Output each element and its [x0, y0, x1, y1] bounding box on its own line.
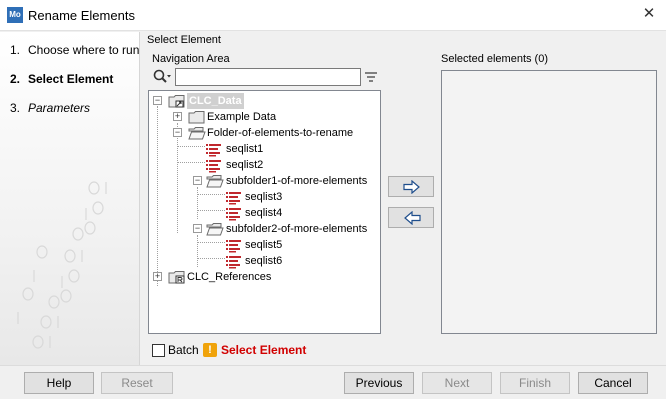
tree-item-subfolder1[interactable]: − subfolder1-of-more-elements	[192, 173, 380, 189]
tree-item-clc-data[interactable]: − CLC_Data	[152, 93, 352, 109]
tree-item-seqlist2[interactable]: seqlist2	[205, 157, 355, 173]
open-folder-icon	[206, 223, 224, 236]
tree-item-label: seqlist2	[226, 159, 264, 171]
database-folder-icon	[168, 95, 185, 108]
next-button[interactable]: Next	[422, 372, 492, 394]
collapse-icon[interactable]: −	[193, 176, 202, 185]
tree-item-label: Example Data	[207, 111, 277, 123]
tree-item-seqlist5[interactable]: seqlist5	[225, 237, 355, 253]
expand-icon[interactable]: +	[173, 112, 182, 121]
tree-item-folder-of-elements-to-rename[interactable]: − Folder-of-elements-to-rename	[172, 125, 380, 141]
validation-warning: Select Element	[221, 343, 307, 357]
arrow-right-icon	[403, 180, 420, 194]
step-number: 2.	[10, 72, 21, 86]
collapse-icon[interactable]: −	[173, 128, 182, 137]
help-button[interactable]: Help	[24, 372, 94, 394]
tree-item-label: CLC_Data	[187, 93, 244, 109]
step-label: Select Element	[28, 72, 114, 86]
tree-item-seqlist3[interactable]: seqlist3	[225, 189, 355, 205]
reset-button[interactable]: Reset	[101, 372, 173, 394]
title-bar: Mo Rename Elements ✕	[0, 0, 666, 31]
add-to-selection-button[interactable]	[388, 176, 434, 197]
step-parameters: 3. Parameters	[10, 101, 90, 115]
wizard-steps-panel: 1. Choose where to run 2. Select Element 3…	[0, 32, 140, 365]
tree-item-seqlist4[interactable]: seqlist4	[225, 205, 355, 221]
step-choose-where-to-run: 1. Choose where to run	[10, 43, 139, 57]
selected-elements-label: Selected elements (0)	[441, 53, 548, 65]
tree-item-label: seqlist4	[245, 207, 283, 219]
step-label: Choose where to run	[28, 43, 140, 57]
step-select-element: 2. Select Element	[10, 72, 113, 86]
navigation-area-label: Navigation Area	[152, 53, 230, 65]
sequence-list-icon	[226, 256, 241, 269]
folder-icon	[188, 111, 205, 124]
tree-item-seqlist1[interactable]: seqlist1	[205, 141, 355, 157]
search-icon[interactable]	[152, 68, 172, 86]
tree-item-seqlist6[interactable]: seqlist6	[225, 253, 355, 269]
open-folder-icon	[188, 127, 206, 140]
window-title: Rename Elements	[28, 8, 135, 23]
batch-checkbox[interactable]	[152, 344, 165, 357]
dialog-footer: Help Reset Previous Next Finish Cancel	[0, 365, 666, 399]
selected-elements-list[interactable]	[441, 70, 657, 334]
binary-watermark-decoration	[17, 181, 107, 349]
arrow-left-icon	[404, 211, 421, 225]
tree-item-label: Folder-of-elements-to-rename	[207, 127, 354, 139]
open-folder-icon	[206, 175, 224, 188]
tree-item-subfolder2[interactable]: − subfolder2-of-more-elements	[192, 221, 380, 237]
remove-from-selection-button[interactable]	[388, 207, 434, 228]
tree-item-label: CLC_References	[187, 271, 272, 283]
sequence-list-icon	[226, 240, 241, 253]
step-number: 3.	[10, 101, 21, 115]
tree-item-label: seqlist3	[245, 191, 283, 203]
section-title: Select Element	[147, 34, 221, 46]
app-icon: Mo	[7, 7, 23, 23]
sequence-list-icon	[226, 192, 241, 205]
cancel-button[interactable]: Cancel	[578, 372, 648, 394]
expand-icon[interactable]: +	[153, 272, 162, 281]
navigation-search-input[interactable]	[175, 68, 361, 86]
sequence-list-icon	[206, 144, 221, 157]
tree-item-label: subfolder1-of-more-elements	[226, 175, 368, 187]
tree-item-example-data[interactable]: + Example Data	[172, 109, 372, 125]
previous-button[interactable]: Previous	[344, 372, 414, 394]
tree-item-label: seqlist6	[245, 255, 283, 267]
sequence-list-icon	[206, 160, 221, 173]
tree-item-clc-references[interactable]: + CLC_References	[152, 269, 352, 285]
database-folder-icon	[168, 271, 185, 284]
tree-item-label: seqlist5	[245, 239, 283, 251]
sequence-list-icon	[226, 208, 241, 221]
close-icon[interactable]: ✕	[640, 5, 658, 23]
navigation-tree[interactable]: − CLC_Data + Example Data − Folder-of-el…	[148, 90, 381, 334]
collapse-icon[interactable]: −	[193, 224, 202, 233]
tree-item-label: seqlist1	[226, 143, 264, 155]
tree-item-label: subfolder2-of-more-elements	[226, 223, 368, 235]
step-label: Parameters	[28, 101, 91, 115]
batch-label: Batch	[168, 343, 199, 357]
filter-icon[interactable]	[364, 70, 378, 84]
collapse-icon[interactable]: −	[153, 96, 162, 105]
finish-button[interactable]: Finish	[500, 372, 570, 394]
warning-icon: !	[203, 343, 217, 357]
step-number: 1.	[10, 43, 21, 57]
